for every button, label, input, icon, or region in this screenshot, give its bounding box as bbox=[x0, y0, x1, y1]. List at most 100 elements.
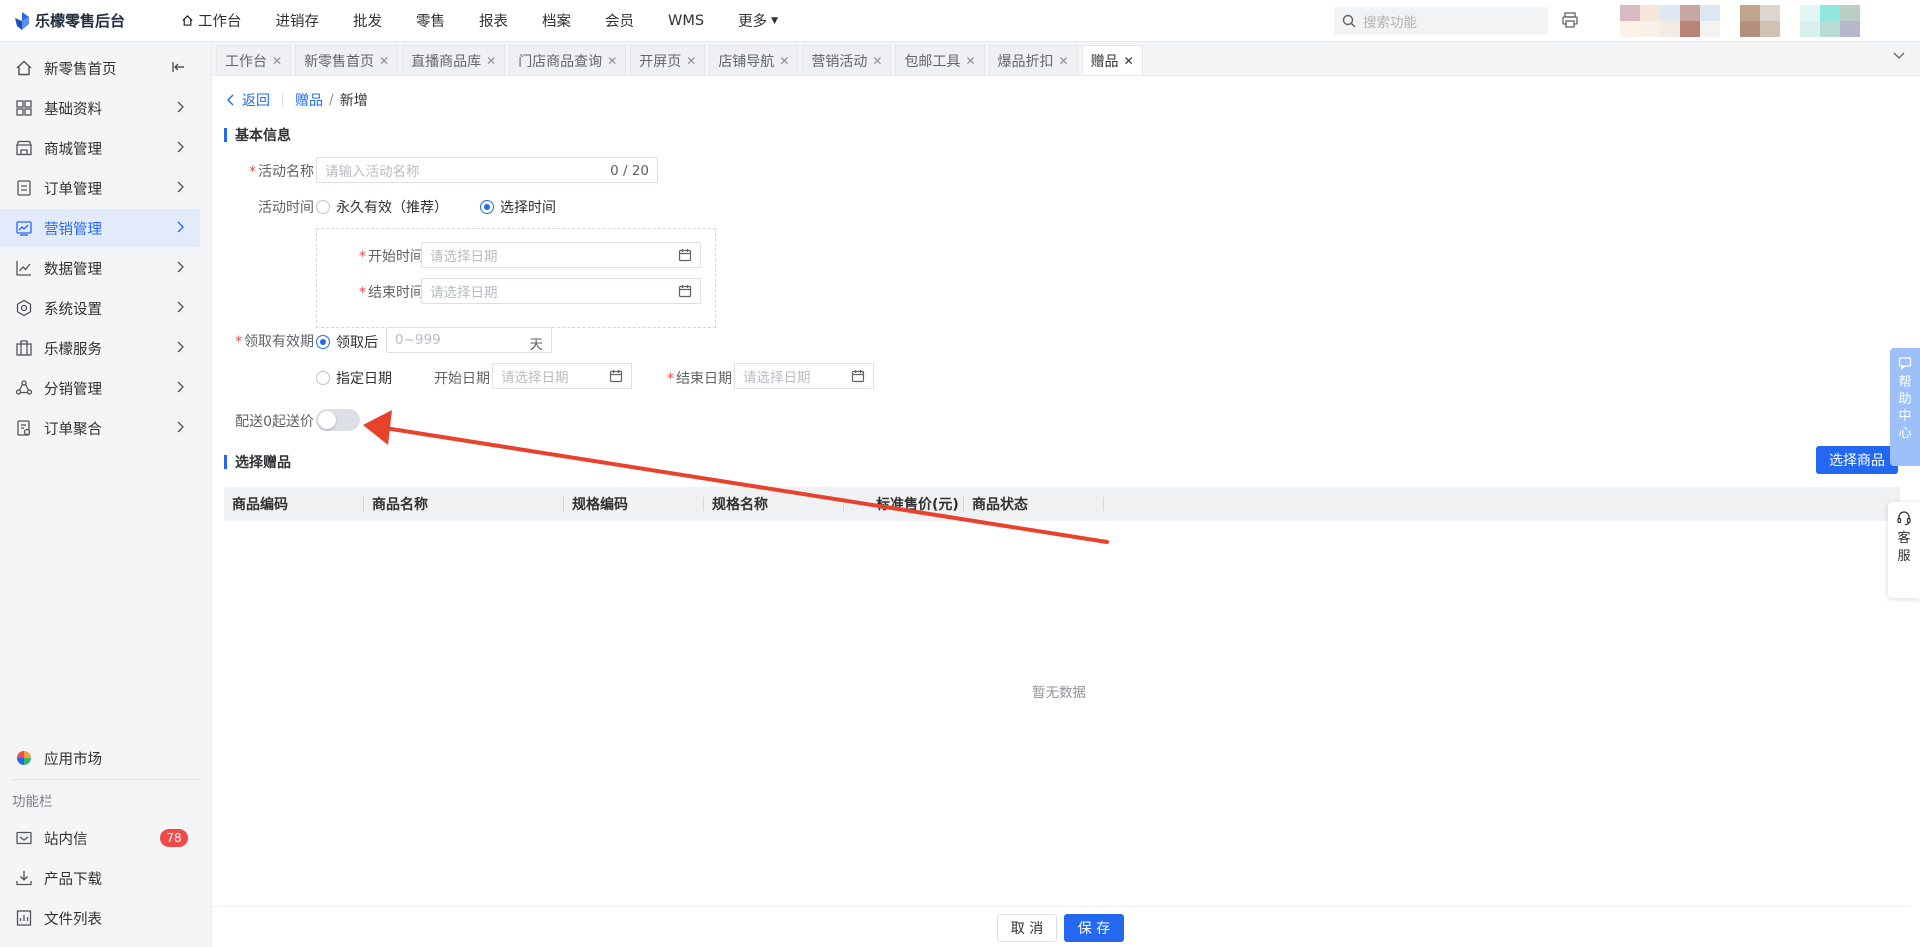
sidebar-item-lemeng-service[interactable]: 乐檬服务 bbox=[0, 329, 200, 367]
calendar-icon bbox=[609, 370, 623, 383]
date-placeholder: 请选择日期 bbox=[430, 249, 498, 265]
topnav-more[interactable]: 更多 ▼ bbox=[721, 0, 795, 42]
sidebar-item-app-market[interactable]: 应用市场 bbox=[0, 739, 200, 777]
tab-hot-discount[interactable]: 爆品折扣 ✕ bbox=[988, 45, 1078, 75]
topnav-label: 进销存 bbox=[275, 14, 320, 30]
sidebar-item-retail-home[interactable]: 新零售首页 bbox=[0, 49, 200, 87]
topnav-retail[interactable]: 零售 bbox=[399, 0, 462, 42]
sidebar-item-orders[interactable]: 订单管理 bbox=[0, 169, 200, 207]
tab-free-shipping[interactable]: 包邮工具 ✕ bbox=[895, 45, 985, 75]
end-date-picker[interactable]: 请选择日期 bbox=[734, 363, 874, 389]
tab-workbench[interactable]: 工作台 ✕ bbox=[216, 45, 292, 75]
start-time-picker[interactable]: 请选择日期 bbox=[421, 242, 701, 268]
help-center-float[interactable]: 帮 助 中 心 bbox=[1890, 348, 1920, 466]
close-icon[interactable]: ✕ bbox=[607, 54, 617, 68]
topnav-label: 更多 bbox=[738, 14, 768, 30]
sidebar-item-inbox[interactable]: 站内信 78 bbox=[0, 819, 200, 857]
home-icon bbox=[14, 58, 34, 78]
sidebar-section-caption: 功能栏 bbox=[12, 794, 53, 810]
topnav-inventory[interactable]: 进销存 bbox=[259, 0, 337, 42]
label-text: 开始时间 bbox=[368, 249, 424, 265]
close-icon[interactable]: ✕ bbox=[779, 54, 789, 68]
close-icon[interactable]: ✕ bbox=[1124, 54, 1134, 68]
collapse-sidebar-icon[interactable] bbox=[172, 60, 186, 74]
sidebar-item-label: 产品下载 bbox=[44, 871, 102, 888]
sidebar-item-label: 订单聚合 bbox=[44, 421, 102, 438]
brand-logo[interactable]: 乐檬零售后台 bbox=[0, 10, 160, 31]
cancel-button[interactable]: 取 消 bbox=[997, 914, 1057, 942]
column-header: 标准售价(元) bbox=[876, 497, 959, 513]
sidebar-item-basic-data[interactable]: 基础资料 bbox=[0, 89, 200, 127]
chevron-right-icon bbox=[177, 301, 184, 313]
tab-store-nav[interactable]: 店铺导航 ✕ bbox=[709, 45, 799, 75]
topnav-label: 批发 bbox=[353, 14, 382, 30]
label-text: 活动名称 bbox=[258, 164, 314, 180]
tab-gift[interactable]: 赠品 ✕ bbox=[1081, 45, 1143, 75]
close-icon[interactable]: ✕ bbox=[379, 54, 389, 68]
save-button[interactable]: 保 存 bbox=[1064, 914, 1124, 942]
radio-specified-date[interactable]: 指定日期 bbox=[316, 368, 392, 388]
topnav-archives[interactable]: 档案 bbox=[525, 0, 588, 42]
close-icon[interactable]: ✕ bbox=[965, 54, 975, 68]
topnav-wholesale[interactable]: 批发 bbox=[336, 0, 399, 42]
help-char: 心 bbox=[1898, 426, 1912, 441]
close-icon[interactable]: ✕ bbox=[1059, 54, 1069, 68]
calendar-icon bbox=[678, 249, 692, 262]
tab-retail-home[interactable]: 新零售首页 ✕ bbox=[295, 45, 399, 75]
radio-select-time[interactable]: 选择时间 bbox=[480, 197, 556, 217]
tab-marketing-activity[interactable]: 营销活动 ✕ bbox=[802, 45, 892, 75]
back-link[interactable]: 返回 bbox=[226, 90, 270, 110]
end-date-label: * 结束日期 bbox=[652, 368, 732, 388]
brand-mark-icon bbox=[15, 11, 29, 30]
delivery-min-toggle[interactable] bbox=[316, 409, 360, 431]
chevron-right-icon bbox=[177, 341, 184, 353]
chevron-down-icon[interactable] bbox=[1892, 51, 1906, 61]
close-icon[interactable]: ✕ bbox=[686, 54, 696, 68]
activity-time-label: 活动时间 bbox=[258, 200, 314, 216]
start-date-picker[interactable]: 请选择日期 bbox=[492, 363, 632, 389]
avatar-mosaic[interactable] bbox=[1620, 5, 1720, 37]
close-icon[interactable]: ✕ bbox=[272, 54, 282, 68]
top-nav: 工作台 进销存 批发 零售 报表 档案 会员 WMS 更多 ▼ bbox=[164, 0, 795, 42]
order-icon bbox=[14, 178, 34, 198]
service-char: 客 bbox=[1897, 531, 1911, 546]
sidebar-item-label: 商城管理 bbox=[44, 141, 102, 158]
chevron-right-icon bbox=[177, 421, 184, 433]
delivery-min-label: 配送0起送价 bbox=[235, 414, 314, 430]
topnav-members[interactable]: 会员 bbox=[588, 0, 651, 42]
sidebar-item-data[interactable]: 数据管理 bbox=[0, 249, 200, 287]
download-icon bbox=[14, 868, 34, 888]
validity-days-input[interactable]: 0~999 天 bbox=[386, 327, 552, 353]
printer-icon[interactable] bbox=[1561, 11, 1579, 29]
activity-name-input[interactable]: 请输入活动名称 0 / 20 bbox=[316, 157, 658, 183]
breadcrumb-parent[interactable]: 赠品 bbox=[295, 90, 323, 110]
tab-label: 门店商品查询 bbox=[518, 53, 603, 70]
sidebar-item-downloads[interactable]: 产品下载 bbox=[0, 859, 200, 897]
sidebar-item-distribution[interactable]: 分销管理 bbox=[0, 369, 200, 407]
search-input[interactable]: 搜索功能 bbox=[1334, 7, 1548, 35]
select-products-button[interactable]: 选择商品 bbox=[1816, 446, 1898, 474]
tab-splash-page[interactable]: 开屏页 ✕ bbox=[630, 45, 706, 75]
sidebar: 新零售首页 基础资料 商城管理 订单管理 营销管理 数据管理 系统设置 乐檬服务 bbox=[0, 42, 212, 947]
tab-store-product-query[interactable]: 门店商品查询 ✕ bbox=[509, 45, 627, 75]
radio-after-claim[interactable]: 领取后 bbox=[316, 332, 378, 352]
topnav-wms[interactable]: WMS bbox=[651, 0, 721, 42]
back-label: 返回 bbox=[242, 93, 270, 109]
topnav-reports[interactable]: 报表 bbox=[462, 0, 525, 42]
close-icon[interactable]: ✕ bbox=[486, 54, 496, 68]
sidebar-item-order-aggregation[interactable]: 订单聚合 bbox=[0, 409, 200, 447]
tab-live-products[interactable]: 直播商品库 ✕ bbox=[402, 45, 506, 75]
column-divider bbox=[843, 497, 844, 511]
empty-table-text: 暂无数据 bbox=[1032, 685, 1086, 701]
customer-service-float[interactable]: 客 服 bbox=[1888, 502, 1920, 598]
topnav-label: 会员 bbox=[605, 14, 634, 30]
headset-icon bbox=[1897, 511, 1911, 526]
sidebar-item-file-list[interactable]: 文件列表 bbox=[0, 899, 200, 937]
sidebar-item-marketing[interactable]: 营销管理 bbox=[0, 209, 200, 247]
radio-permanent[interactable]: 永久有效（推荐） bbox=[316, 197, 448, 217]
topnav-workbench[interactable]: 工作台 bbox=[164, 0, 259, 42]
sidebar-item-mall[interactable]: 商城管理 bbox=[0, 129, 200, 167]
end-time-picker[interactable]: 请选择日期 bbox=[421, 278, 701, 304]
close-icon[interactable]: ✕ bbox=[872, 54, 882, 68]
sidebar-item-settings[interactable]: 系统设置 bbox=[0, 289, 200, 327]
